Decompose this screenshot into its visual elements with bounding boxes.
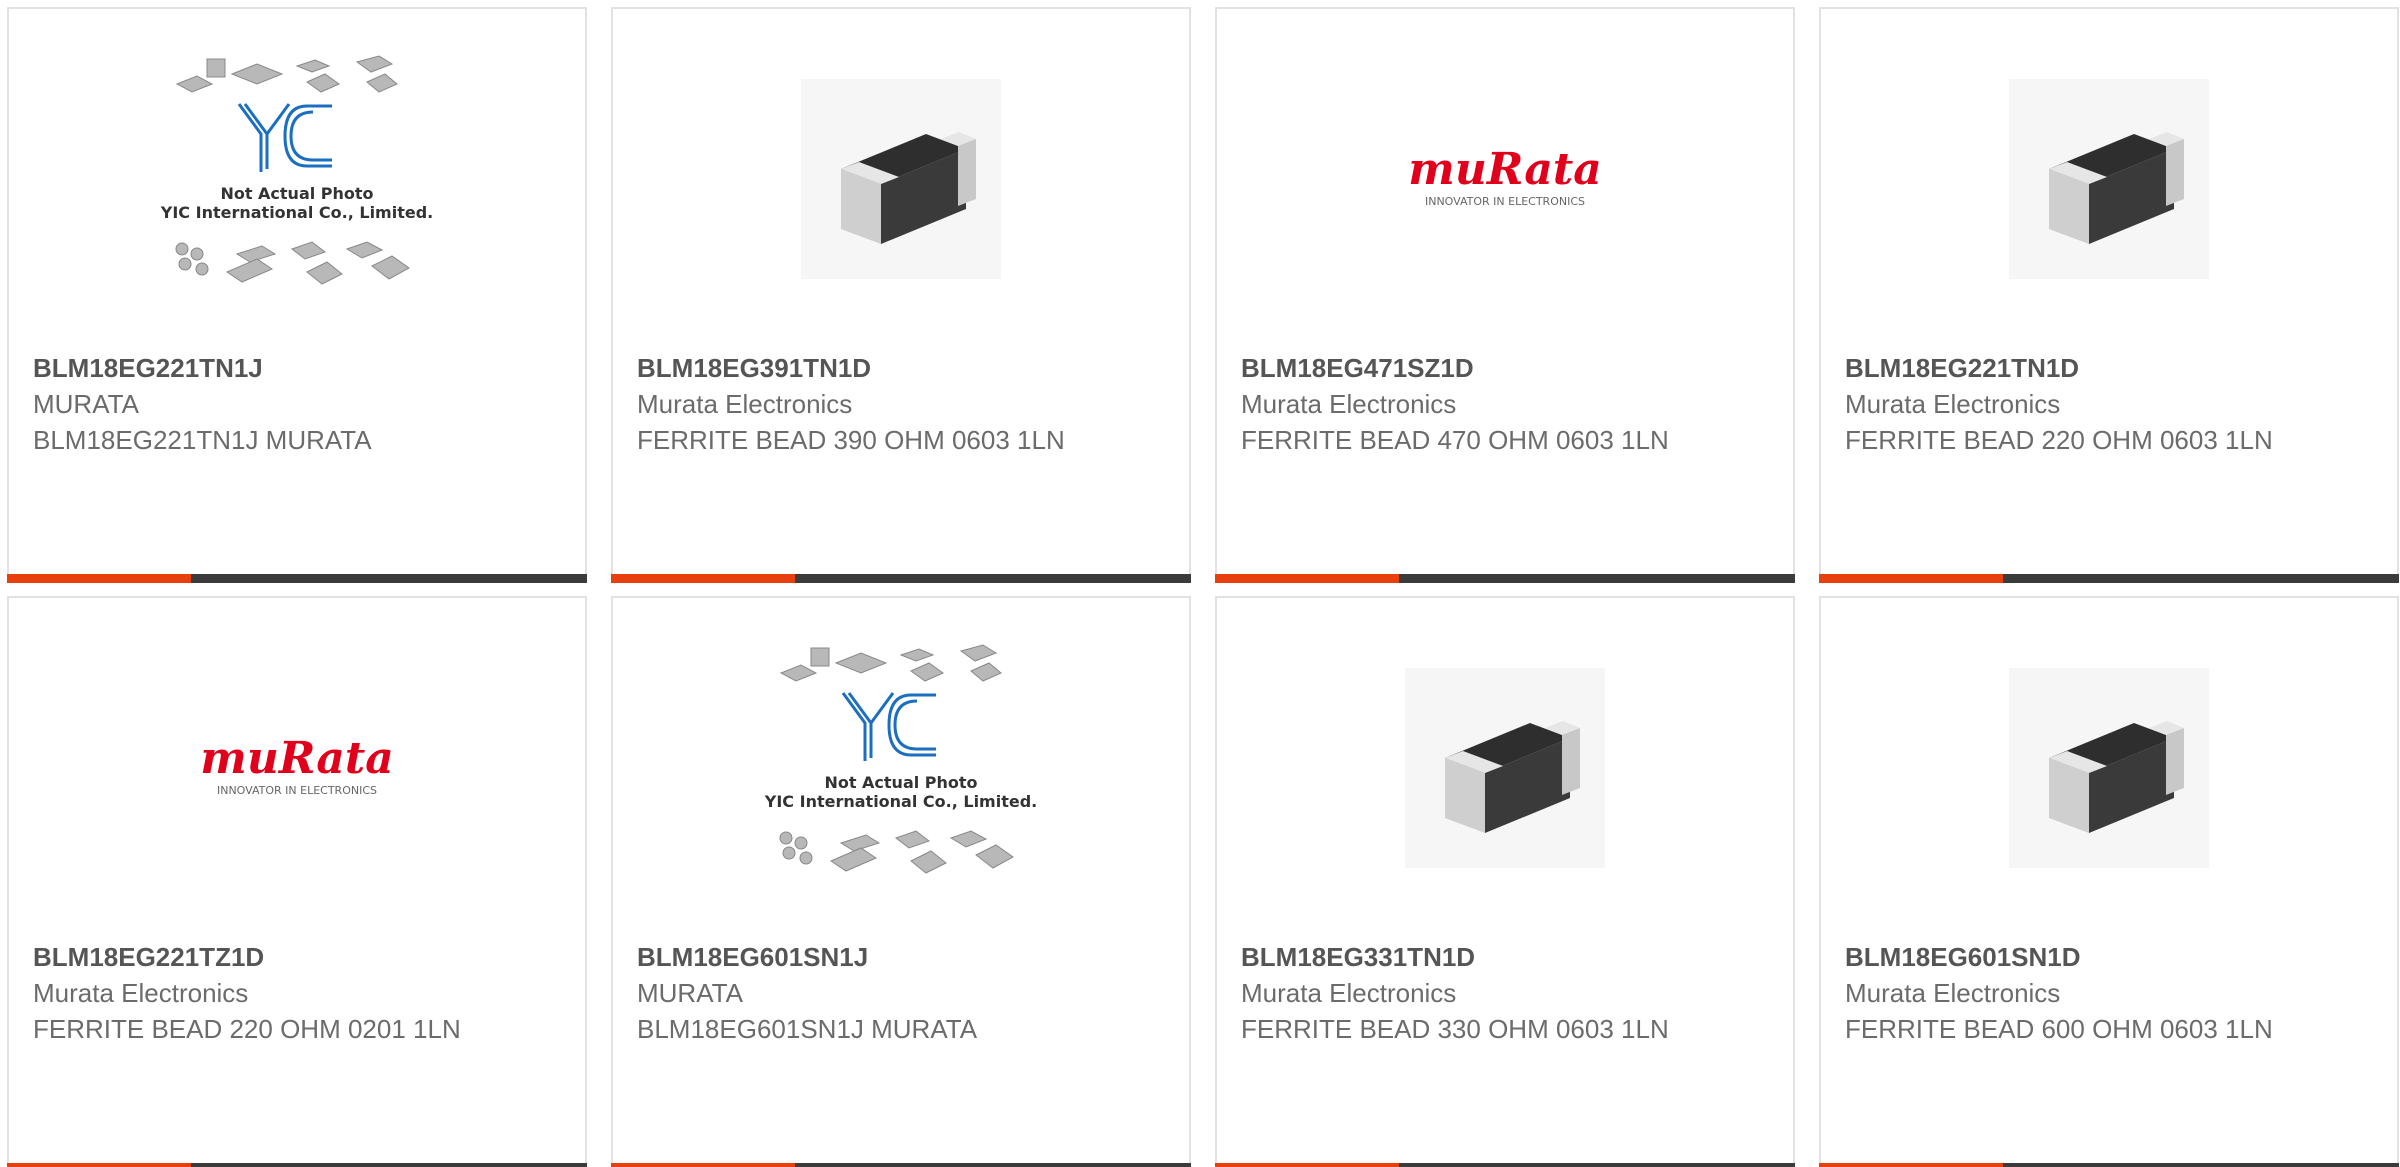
manufacturer: Murata Electronics [1241, 978, 1457, 1008]
manufacturer: MURATA [637, 978, 743, 1008]
chip-photo-image [2009, 668, 2209, 868]
card-accent-bar [7, 1163, 587, 1167]
svg-text:muRata: muRata [200, 733, 393, 784]
description: FERRITE BEAD 220 OHM 0201 1LN [33, 1014, 461, 1044]
product-card[interactable]: muRata INNOVATOR IN ELECTRONICS BLM18EG4… [1215, 7, 1795, 583]
description: FERRITE BEAD 330 OHM 0603 1LN [1241, 1014, 1669, 1044]
chip-photo-image [1405, 668, 1605, 868]
card-accent-bar [1215, 1163, 1795, 1167]
part-number[interactable]: BLM18EG331TN1D [1241, 939, 1773, 975]
part-number[interactable]: BLM18EG391TN1D [637, 350, 1169, 386]
card-accent-bar [611, 574, 1191, 583]
yic-caption-line2: YIC International Co., Limited. [160, 203, 433, 222]
product-card[interactable]: BLM18EG601SN1D Murata Electronics FERRIT… [1819, 596, 2399, 1167]
part-number[interactable]: BLM18EG601SN1D [1845, 939, 2377, 975]
part-number[interactable]: BLM18EG221TZ1D [33, 939, 565, 975]
product-card[interactable]: BLM18EG391TN1D Murata Electronics FERRIT… [611, 7, 1191, 583]
product-card[interactable]: Not Actual Photo YIC International Co., … [7, 7, 587, 583]
product-image[interactable]: muRata INNOVATOR IN ELECTRONICS [1217, 9, 1793, 349]
product-card[interactable]: Not Actual Photo YIC International Co., … [611, 596, 1191, 1167]
manufacturer: Murata Electronics [1845, 389, 2061, 419]
card-accent-bar [611, 1163, 1191, 1167]
description: BLM18EG601SN1J MURATA [637, 1014, 978, 1044]
part-number[interactable]: BLM18EG471SZ1D [1241, 350, 1773, 386]
yic-caption-line1: Not Actual Photo [220, 184, 373, 203]
description: FERRITE BEAD 470 OHM 0603 1LN [1241, 425, 1669, 455]
product-image[interactable]: Not Actual Photo YIC International Co., … [9, 9, 585, 349]
description: FERRITE BEAD 390 OHM 0603 1LN [637, 425, 1065, 455]
part-number[interactable]: BLM18EG601SN1J [637, 939, 1169, 975]
product-image[interactable] [1217, 598, 1793, 938]
yic-caption-line1: Not Actual Photo [824, 773, 977, 792]
chip-photo-image [801, 79, 1001, 279]
product-image[interactable] [1821, 598, 2397, 938]
product-card[interactable]: BLM18EG221TN1D Murata Electronics FERRIT… [1819, 7, 2399, 583]
svg-text:muRata: muRata [1408, 144, 1601, 195]
chip-photo-image [2009, 79, 2209, 279]
product-image[interactable]: Not Actual Photo YIC International Co., … [613, 598, 1189, 938]
yic-placeholder-image: Not Actual Photo YIC International Co., … [764, 644, 1037, 874]
svg-text:INNOVATOR IN ELECTRONICS: INNOVATOR IN ELECTRONICS [217, 784, 377, 797]
manufacturer: Murata Electronics [33, 978, 249, 1008]
product-grid: Not Actual Photo YIC International Co., … [0, 0, 2400, 1167]
description: BLM18EG221TN1J MURATA [33, 425, 372, 455]
product-image[interactable] [1821, 9, 2397, 349]
murata-logo: muRata INNOVATOR IN ELECTRONICS [200, 733, 393, 797]
card-accent-bar [1215, 574, 1795, 583]
part-number[interactable]: BLM18EG221TN1J [33, 350, 565, 386]
yic-caption-line2: YIC International Co., Limited. [764, 792, 1037, 811]
product-card[interactable]: BLM18EG331TN1D Murata Electronics FERRIT… [1215, 596, 1795, 1167]
description: FERRITE BEAD 600 OHM 0603 1LN [1845, 1014, 2273, 1044]
product-card[interactable]: muRata INNOVATOR IN ELECTRONICS BLM18EG2… [7, 596, 587, 1167]
product-image[interactable]: muRata INNOVATOR IN ELECTRONICS [9, 598, 585, 938]
svg-text:INNOVATOR IN ELECTRONICS: INNOVATOR IN ELECTRONICS [1425, 195, 1585, 208]
description: FERRITE BEAD 220 OHM 0603 1LN [1845, 425, 2273, 455]
manufacturer: Murata Electronics [637, 389, 853, 419]
murata-logo: muRata INNOVATOR IN ELECTRONICS [1408, 144, 1601, 208]
card-accent-bar [1819, 574, 2399, 583]
part-number[interactable]: BLM18EG221TN1D [1845, 350, 2377, 386]
manufacturer: MURATA [33, 389, 139, 419]
card-accent-bar [1819, 1163, 2399, 1167]
yic-placeholder-image: Not Actual Photo YIC International Co., … [160, 55, 433, 285]
manufacturer: Murata Electronics [1845, 978, 2061, 1008]
card-accent-bar [7, 574, 587, 583]
product-image[interactable] [613, 9, 1189, 349]
manufacturer: Murata Electronics [1241, 389, 1457, 419]
